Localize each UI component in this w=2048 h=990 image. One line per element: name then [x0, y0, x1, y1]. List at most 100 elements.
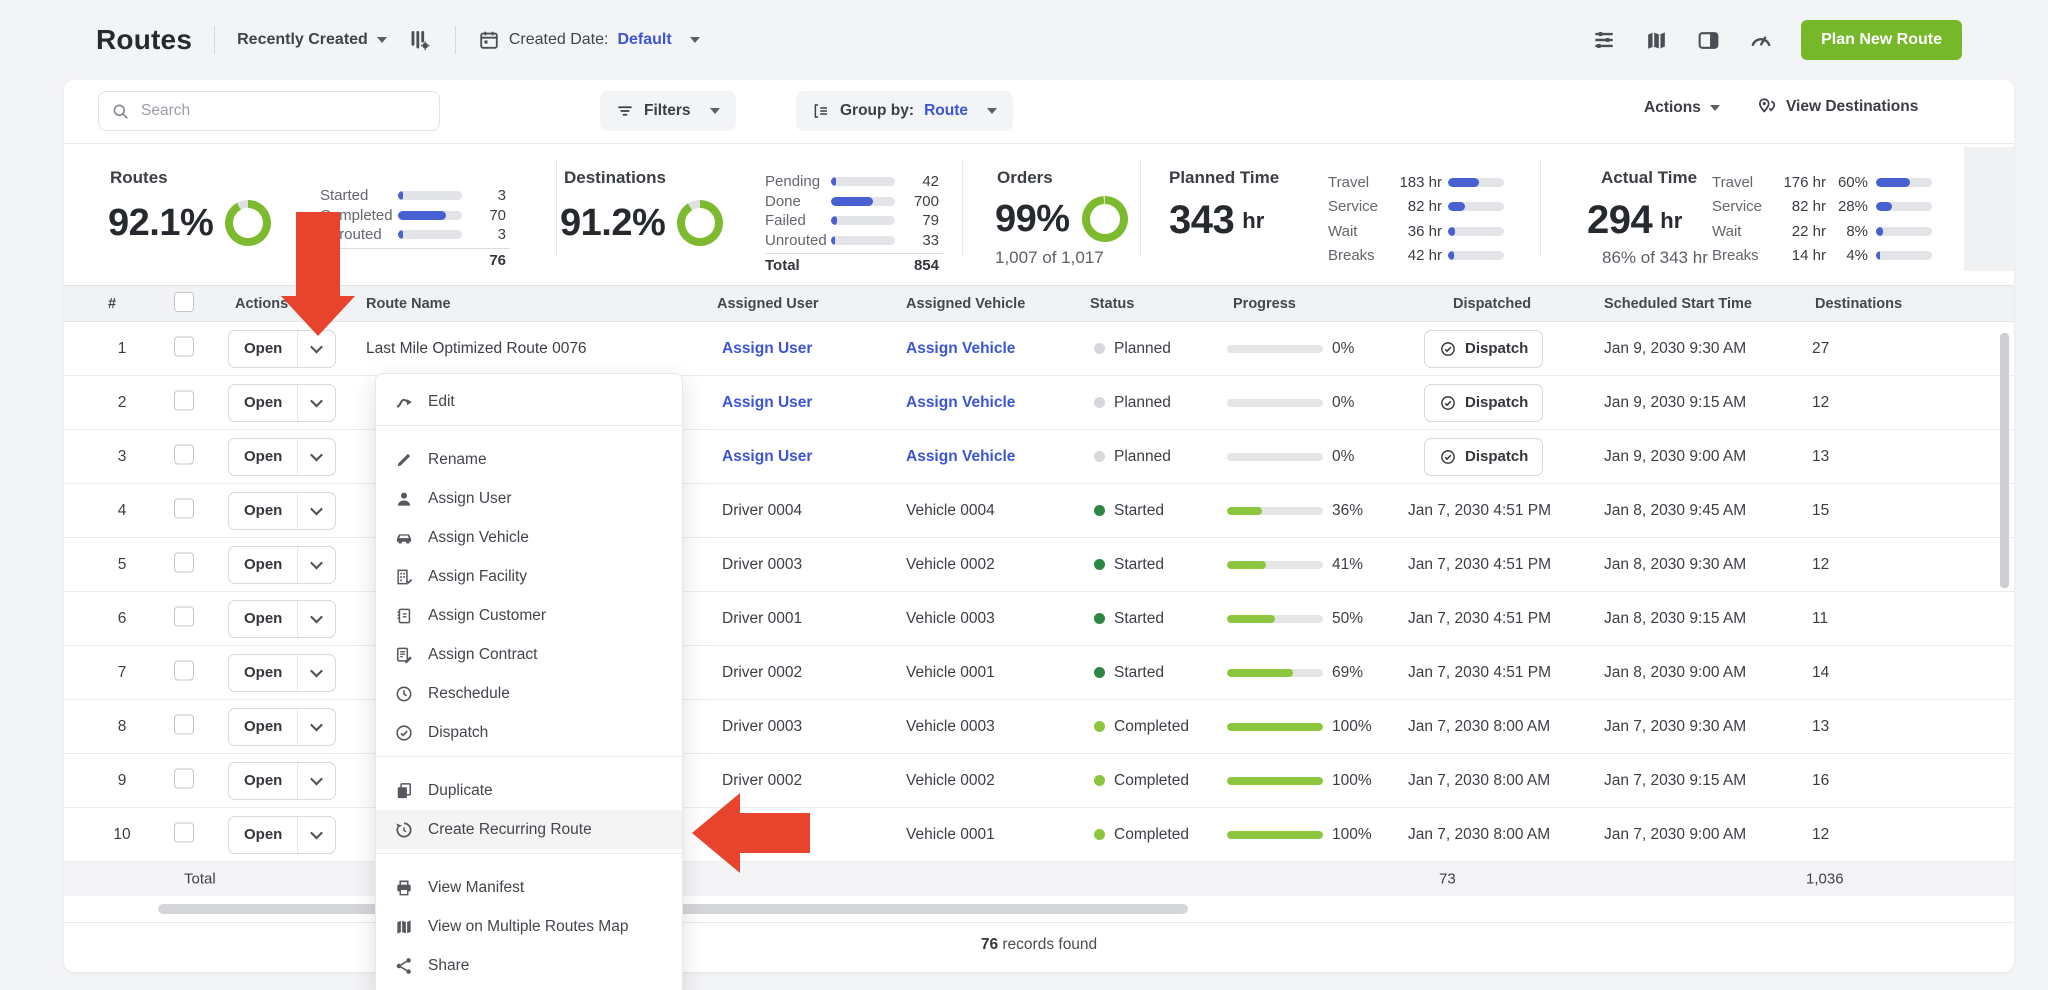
row-actions-chevron[interactable]: [297, 763, 335, 799]
open-button-label[interactable]: Open: [229, 763, 297, 799]
header-dispatched[interactable]: Dispatched: [1453, 296, 1531, 312]
row-number: 6: [104, 610, 140, 628]
vertical-scrollbar[interactable]: [2000, 333, 2009, 588]
open-route-split-button[interactable]: Open: [228, 600, 336, 638]
row-checkbox[interactable]: [174, 552, 194, 577]
search-input[interactable]: [98, 91, 440, 131]
header-num[interactable]: #: [108, 296, 116, 312]
open-button-label[interactable]: Open: [229, 493, 297, 529]
row-number: 3: [104, 448, 140, 466]
dispatch-button[interactable]: Dispatch: [1424, 384, 1543, 422]
dispatch-button[interactable]: Dispatch: [1424, 438, 1543, 476]
map-icon[interactable]: [1644, 28, 1669, 53]
open-button-label[interactable]: Open: [229, 655, 297, 691]
open-button-label[interactable]: Open: [229, 385, 297, 421]
menu-item-assign-user[interactable]: Assign User: [376, 479, 682, 518]
menu-item-dispatch[interactable]: Dispatch: [376, 713, 682, 752]
header-status[interactable]: Status: [1090, 296, 1134, 312]
scroll-gutter: [1964, 147, 2014, 271]
row-actions-chevron[interactable]: [297, 439, 335, 475]
menu-item-edit[interactable]: Edit: [376, 382, 682, 421]
header-destinations[interactable]: Destinations: [1815, 296, 1902, 312]
sort-dropdown[interactable]: Recently Created: [237, 31, 387, 49]
route-name[interactable]: Last Mile Optimized Route 0076: [366, 340, 587, 358]
menu-divider: [376, 853, 682, 854]
assign-vehicle-link[interactable]: Assign Vehicle: [906, 448, 1015, 466]
progress-bar: [1227, 399, 1323, 407]
row-checkbox[interactable]: [174, 606, 194, 631]
assigned-vehicle: Vehicle 0004: [906, 502, 995, 520]
assign-vehicle-link[interactable]: Assign Vehicle: [906, 394, 1015, 412]
header-scheduled-start-time[interactable]: Scheduled Start Time: [1604, 296, 1752, 312]
row-actions-chevron[interactable]: [297, 601, 335, 637]
header-assigned-user[interactable]: Assigned User: [717, 296, 819, 312]
status-badge: Started: [1094, 664, 1164, 682]
equalizer-icon[interactable]: [1591, 27, 1617, 53]
dispatch-button[interactable]: Dispatch: [1424, 330, 1543, 368]
divider: [64, 922, 2014, 923]
open-button-label[interactable]: Open: [229, 709, 297, 745]
open-route-split-button[interactable]: Open: [228, 546, 336, 584]
menu-item-view-manifest[interactable]: View Manifest: [376, 868, 682, 907]
menu-item-duplicate[interactable]: Duplicate: [376, 771, 682, 810]
menu-item-reschedule[interactable]: Reschedule: [376, 674, 682, 713]
header-route-name[interactable]: Route Name: [366, 296, 451, 312]
plan-new-route-button[interactable]: Plan New Route: [1801, 20, 1962, 60]
annotation-arrow-down: [281, 212, 355, 336]
row-checkbox[interactable]: [174, 714, 194, 739]
open-button-label[interactable]: Open: [229, 817, 297, 853]
open-route-split-button[interactable]: Open: [228, 492, 336, 530]
assign-user-link[interactable]: Assign User: [722, 340, 812, 358]
status-badge: Planned: [1094, 394, 1171, 412]
row-checkbox[interactable]: [174, 390, 194, 415]
open-button-label[interactable]: Open: [229, 601, 297, 637]
row-checkbox[interactable]: [174, 444, 194, 469]
table-row: 2OpenAssign UserAssign VehiclePlanned0%D…: [64, 376, 2014, 430]
open-button-label[interactable]: Open: [229, 439, 297, 475]
row-actions-chevron[interactable]: [297, 817, 335, 853]
progress-bar: [1227, 507, 1323, 515]
header-assigned-vehicle[interactable]: Assigned Vehicle: [906, 296, 1025, 312]
header-progress[interactable]: Progress: [1233, 296, 1296, 312]
open-route-split-button[interactable]: Open: [228, 816, 336, 854]
menu-item-share[interactable]: Share: [376, 946, 682, 985]
open-button-label[interactable]: Open: [229, 547, 297, 583]
row-actions-chevron[interactable]: [297, 655, 335, 691]
row-actions-chevron[interactable]: [297, 385, 335, 421]
scheduled-start-time: Jan 9, 2030 9:00 AM: [1604, 448, 1746, 466]
search-field[interactable]: [139, 101, 427, 121]
group-by-button[interactable]: Group by: Route: [796, 91, 1013, 131]
row-checkbox[interactable]: [174, 660, 194, 685]
row-actions-chevron[interactable]: [297, 709, 335, 745]
side-panel-icon[interactable]: [1696, 28, 1721, 53]
row-checkbox[interactable]: [174, 768, 194, 793]
menu-item-assign-facility[interactable]: Assign Facility: [376, 557, 682, 596]
row-checkbox[interactable]: [174, 498, 194, 523]
select-all-checkbox[interactable]: [174, 292, 194, 316]
menu-item-view-on-multiple-routes-map[interactable]: View on Multiple Routes Map: [376, 907, 682, 946]
view-destinations-button[interactable]: View Destinations: [1756, 96, 1918, 118]
columns-settings-icon[interactable]: [407, 27, 433, 53]
assign-vehicle-link[interactable]: Assign Vehicle: [906, 340, 1015, 358]
assign-user-link[interactable]: Assign User: [722, 448, 812, 466]
row-checkbox[interactable]: [174, 336, 194, 361]
filters-button[interactable]: Filters: [600, 91, 736, 131]
open-route-split-button[interactable]: Open: [228, 708, 336, 746]
menu-item-assign-contract[interactable]: Assign Contract: [376, 635, 682, 674]
open-route-split-button[interactable]: Open: [228, 762, 336, 800]
open-route-split-button[interactable]: Open: [228, 654, 336, 692]
menu-item-create-recurring-route[interactable]: Create Recurring Route: [376, 810, 682, 849]
open-route-split-button[interactable]: Open: [228, 438, 336, 476]
sort-dropdown-label: Recently Created: [237, 31, 368, 49]
row-checkbox[interactable]: [174, 822, 194, 847]
menu-item-rename[interactable]: Rename: [376, 440, 682, 479]
actions-dropdown[interactable]: Actions: [1644, 99, 1720, 117]
open-route-split-button[interactable]: Open: [228, 384, 336, 422]
row-actions-chevron[interactable]: [297, 547, 335, 583]
row-actions-chevron[interactable]: [297, 493, 335, 529]
assign-user-link[interactable]: Assign User: [722, 394, 812, 412]
menu-item-assign-vehicle[interactable]: Assign Vehicle: [376, 518, 682, 557]
menu-item-assign-customer[interactable]: Assign Customer: [376, 596, 682, 635]
gauge-icon[interactable]: [1748, 27, 1774, 53]
created-date-dropdown[interactable]: Created Date: Default: [478, 29, 700, 51]
